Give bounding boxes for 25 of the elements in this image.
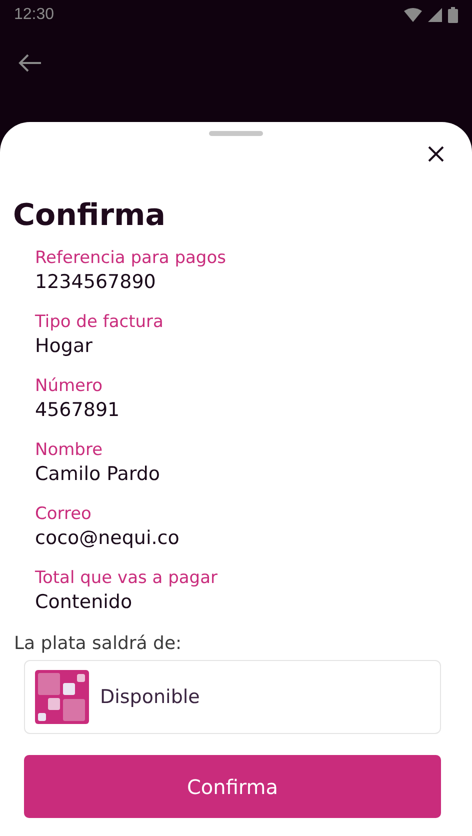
field-value: Hogar	[35, 334, 94, 358]
field-label: Número	[35, 375, 104, 398]
field-value: 4567891	[35, 398, 121, 422]
source-label: La plata saldrá de:	[13, 632, 183, 656]
field-label: Nombre	[35, 439, 104, 462]
wifi-icon	[404, 8, 422, 22]
battery-icon	[448, 7, 458, 23]
back-arrow-icon[interactable]	[18, 53, 42, 73]
field-value: coco@nequi.co	[35, 526, 180, 550]
field-label: Correo	[35, 503, 92, 526]
confirm-button[interactable]: Confirma	[24, 755, 441, 818]
field-value: Contenido	[35, 590, 134, 614]
field-label: Tipo de factura	[35, 311, 164, 334]
field-label: Referencia para pagos	[35, 247, 227, 270]
sheet-title: Confirma	[12, 198, 167, 234]
pocket-icon	[35, 670, 89, 724]
field-label: Total que vas a pagar	[35, 567, 219, 590]
drag-handle[interactable]	[209, 131, 263, 136]
field-value: Camilo Pardo	[35, 462, 162, 486]
close-icon[interactable]	[428, 146, 444, 162]
account-name: Disponible	[100, 686, 200, 708]
signal-icon	[428, 8, 442, 22]
account-card[interactable]: Disponible	[24, 660, 441, 734]
status-time: 12:30	[14, 6, 54, 24]
field-value: 1234567890	[35, 270, 157, 294]
